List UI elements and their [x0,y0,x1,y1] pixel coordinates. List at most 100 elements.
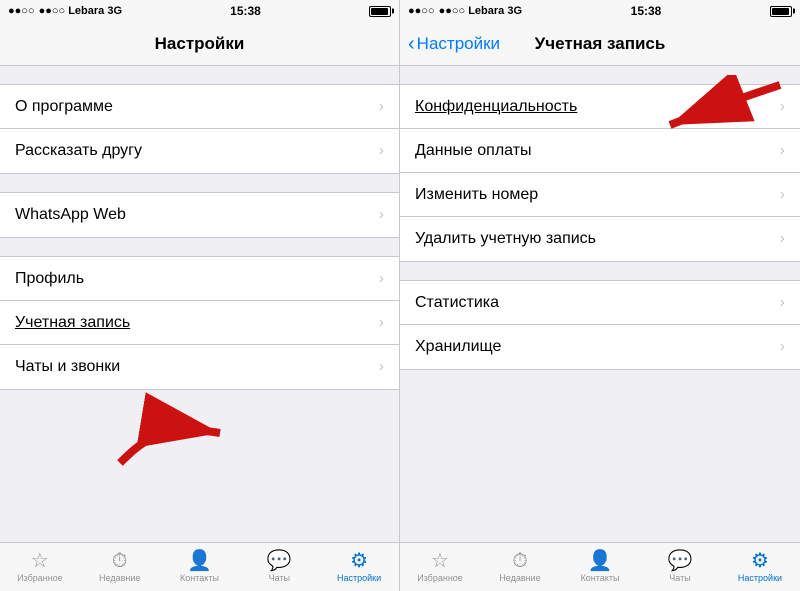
section-gap-2 [0,174,399,192]
storage-chevron: › [780,338,785,356]
right-nav-back[interactable]: ‹ Настройки [408,34,500,54]
right-time: 15:38 [631,4,662,18]
favorites-icon-left: ☆ [31,551,49,571]
tab-favorites-right[interactable]: ☆ Избранное [400,543,480,591]
delete-account-label: Удалить учетную запись [415,230,596,248]
delete-account-chevron: › [780,230,785,248]
storage-item[interactable]: Хранилище › [400,325,800,369]
right-signal-indicator: ●●○○ [408,5,435,17]
payment-chevron: › [780,142,785,160]
chats-calls-chevron: › [379,358,384,376]
account-item[interactable]: Учетная запись › [0,301,399,345]
contacts-icon-left: 👤 [187,551,212,571]
profile-item[interactable]: Профиль › [0,257,399,301]
chats-icon-right: 💬 [668,551,693,571]
about-item[interactable]: О программе › [0,85,399,129]
left-section-3: Профиль › Учетная запись › Чаты и звонки… [0,256,399,390]
tab-settings-right[interactable]: ⚙ Настройки [720,543,800,591]
contacts-label-left: Контакты [180,573,219,583]
statistics-label: Статистика [415,294,499,312]
right-battery-icon [770,6,792,17]
carrier-name: ●●○○ Lebara 3G [39,5,122,17]
favorites-label-right: Избранное [417,573,463,583]
favorites-label-left: Избранное [17,573,63,583]
right-panel: ●●○○ ●●○○ Lebara 3G 15:38 ‹ Настройки Уч… [400,0,800,591]
contacts-label-right: Контакты [581,573,620,583]
profile-label: Профиль [15,270,84,288]
settings-label-left: Настройки [337,573,381,583]
settings-icon-left: ⚙ [350,551,368,571]
right-section-1: Конфиденциальность › Данные оплаты › Изм… [400,84,800,262]
left-content: О программе › Рассказать другу › WhatsAp… [0,66,399,542]
contacts-icon-right: 👤 [588,551,613,571]
left-carrier: ●●○○ ●●○○ Lebara 3G [8,5,122,17]
tab-chats-right[interactable]: 💬 Чаты [640,543,720,591]
tab-settings-left[interactable]: ⚙ Настройки [319,543,399,591]
left-tab-bar: ☆ Избранное ⏱ Недавние 👤 Контакты 💬 Чаты… [0,542,399,591]
left-battery [369,6,391,17]
favorites-icon-right: ☆ [431,551,449,571]
section-gap-1 [0,66,399,84]
left-section-2: WhatsApp Web › [0,192,399,238]
recent-icon-left: ⏱ [112,551,128,571]
right-nav-bar: ‹ Настройки Учетная запись [400,22,800,66]
statistics-item[interactable]: Статистика › [400,281,800,325]
tab-contacts-left[interactable]: 👤 Контакты [160,543,240,591]
right-content: Конфиденциальность › Данные оплаты › Изм… [400,66,800,542]
privacy-chevron: › [780,98,785,116]
chats-calls-label: Чаты и звонки [15,358,120,376]
recent-label-right: Недавние [499,573,540,583]
whatsapp-web-item[interactable]: WhatsApp Web › [0,193,399,237]
change-number-chevron: › [780,186,785,204]
change-number-label: Изменить номер [415,186,538,204]
payment-item[interactable]: Данные оплаты › [400,129,800,173]
tab-contacts-right[interactable]: 👤 Контакты [560,543,640,591]
storage-label: Хранилище [415,338,501,356]
chats-label-right: Чаты [669,573,690,583]
tell-friend-label: Рассказать другу [15,142,142,160]
privacy-item[interactable]: Конфиденциальность › [400,85,800,129]
account-chevron: › [379,314,384,332]
chats-label-left: Чаты [269,573,290,583]
statistics-chevron: › [780,294,785,312]
battery-icon [369,6,391,17]
right-nav-title: Учетная запись [535,34,666,54]
whatsapp-web-chevron: › [379,206,384,224]
tab-favorites-left[interactable]: ☆ Избранное [0,543,80,591]
right-carrier: ●●○○ ●●○○ Lebara 3G [408,5,522,17]
right-section-gap-2 [400,262,800,280]
settings-icon-right: ⚙ [751,551,769,571]
right-section-gap-1 [400,66,800,84]
profile-chevron: › [379,270,384,288]
left-nav-title: Настройки [155,34,245,54]
about-chevron: › [379,98,384,116]
back-chevron-icon: ‹ [408,34,415,54]
tab-recent-right[interactable]: ⏱ Недавние [480,543,560,591]
right-tab-bar: ☆ Избранное ⏱ Недавние 👤 Контакты 💬 Чаты… [400,542,800,591]
recent-label-left: Недавние [99,573,140,583]
tab-recent-left[interactable]: ⏱ Недавние [80,543,160,591]
left-panel: ●●○○ ●●○○ Lebara 3G 15:38 Настройки О пр… [0,0,400,591]
right-battery [770,6,792,17]
whatsapp-web-label: WhatsApp Web [15,206,126,224]
left-time: 15:38 [230,4,261,18]
left-status-bar: ●●○○ ●●○○ Lebara 3G 15:38 [0,0,399,22]
about-label: О программе [15,98,113,116]
right-status-bar: ●●○○ ●●○○ Lebara 3G 15:38 [400,0,800,22]
signal-indicator: ●●○○ [8,5,35,17]
privacy-label: Конфиденциальность [415,98,577,116]
right-carrier-name: ●●○○ Lebara 3G [439,5,522,17]
change-number-item[interactable]: Изменить номер › [400,173,800,217]
chats-calls-item[interactable]: Чаты и звонки › [0,345,399,389]
tell-friend-chevron: › [379,142,384,160]
tell-friend-item[interactable]: Рассказать другу › [0,129,399,173]
right-section-2: Статистика › Хранилище › [400,280,800,370]
settings-label-right: Настройки [738,573,782,583]
payment-label: Данные оплаты [415,142,532,160]
back-label: Настройки [417,34,500,54]
left-nav-bar: Настройки [0,22,399,66]
tab-chats-left[interactable]: 💬 Чаты [239,543,319,591]
delete-account-item[interactable]: Удалить учетную запись › [400,217,800,261]
section-gap-3 [0,238,399,256]
left-section-1: О программе › Рассказать другу › [0,84,399,174]
